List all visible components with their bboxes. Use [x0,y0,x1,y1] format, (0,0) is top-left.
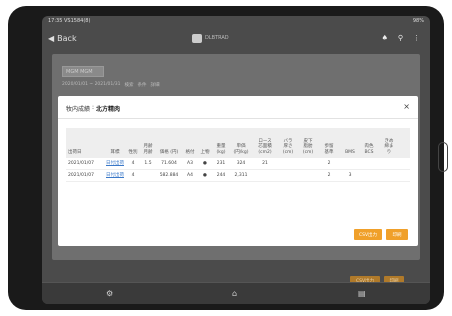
nav-actions: ♠ ⚲ ⋮ [382,34,420,42]
results-table: 出荷日 耳標 性別 月齢 月齢 価格 (円) 格付 上物 重量 (kg) 単価 … [66,128,410,182]
table-cell: 21 [262,160,268,166]
print-button[interactable]: 印刷 [386,229,408,240]
column-header: ロース 芯面積 (cm2) [258,138,272,155]
ear-tag-link[interactable]: 日付出荷 [104,161,126,167]
column-header: 皮下 脂肪 (cm) [302,138,314,155]
results-modal: 牧内成績 : 北方精肉 × 出荷日 耳標 性別 月齢 月齢 価格 (円) 格付 … [58,96,418,246]
modal-title-separator: : [92,104,95,111]
table-cell: 4 [131,172,135,178]
status-time: 17:35 VS1584(8) [48,18,91,24]
column-header: 単価 (円/kg) [233,144,249,155]
back-button[interactable]: ◀ Back [48,34,77,43]
table-row: 2021/01/07 日付出荷 4 1.5 71.604 A3 ● 231 32… [66,158,410,170]
background-filter: 2020/01/01 ~ 2021/01/31 検索 条件 詳細 [62,82,160,88]
title-divider [58,118,418,119]
date-range: 2020/01/01 ~ 2021/01/31 [62,82,121,87]
column-header: 上物 [200,149,210,155]
modal-title-value: 北方精肉 [96,106,121,113]
navigation-bar: ◀ Back DLBTRAD ♠ ⚲ ⋮ [42,26,430,50]
column-header: きめ 締ま り [384,138,394,155]
column-header: 出荷日 [68,149,82,155]
home-icon[interactable]: ⌂ [232,289,237,298]
table-cell: A4 [187,172,193,178]
column-header: 月齢 月齢 [143,144,153,155]
table-cell: A3 [187,160,193,166]
column-header: 歩留 基準 [324,144,334,155]
filter-tag[interactable]: 検索 [125,82,134,88]
column-header: バラ 厚さ (cm) [282,138,294,155]
column-header: 耳標 [110,149,120,155]
column-header: 性別 [128,149,138,155]
filter-tag[interactable]: 条件 [138,82,147,88]
table-cell: 4 [131,160,135,166]
app-screen: 17:35 VS1584(8) 98% ◀ Back DLBTRAD ♠ ⚲ ⋮… [42,16,430,304]
table-cell: 231 [216,160,226,166]
table-cell: 2,311 [234,172,248,178]
column-header: 格付 [185,149,195,155]
settings-icon[interactable]: ⚙ [106,289,113,298]
logo-icon [192,33,202,43]
logo-text: DLBTRAD [205,35,229,41]
calendar-icon[interactable]: ▤ [358,289,366,298]
ear-tag-link[interactable]: 日付出荷 [104,173,126,179]
table-cell: 3 [348,172,352,178]
table-cell: 2 [327,160,331,166]
back-label: Back [57,33,77,43]
chevron-left-icon: ◀ [48,33,55,43]
table-cell: ● [203,172,207,178]
column-header: BMS [345,149,355,155]
modal-title: 牧内成績 : 北方精肉 [66,104,120,113]
close-icon[interactable]: × [403,102,410,111]
table-cell: 582.884 [159,172,179,178]
table-cell: 244 [216,172,226,178]
bottom-tab-bar: ⚙ ⌂ ▤ [42,282,430,304]
column-header: 重量 (kg) [216,144,226,155]
app-logo: DLBTRAD [192,33,229,43]
table-cell: 2021/01/07 [68,172,94,178]
table-cell: 2021/01/07 [68,160,94,166]
table-cell: ● [203,160,207,166]
modal-title-label: 牧内成績 [66,106,91,113]
column-header: 肉色 BCS [364,144,374,155]
more-icon[interactable]: ⋮ [413,34,420,42]
table-header: 出荷日 耳標 性別 月齢 月齢 価格 (円) 格付 上物 重量 (kg) 単価 … [66,128,410,158]
background-select[interactable]: MGM MGM [62,66,104,77]
table-cell: 1.5 [144,160,152,166]
home-button[interactable] [438,142,448,172]
search-icon[interactable]: ⚲ [398,34,403,42]
table-cell: 71.604 [161,160,177,166]
table-cell: 324 [236,160,246,166]
csv-export-button[interactable]: CSV出力 [354,229,382,240]
table-row: 2021/01/07 日付出荷 4 582.884 A4 ● 244 2,311… [66,170,410,182]
filter-tag[interactable]: 詳細 [151,82,160,88]
bell-icon[interactable]: ♠ [382,34,388,42]
table-cell: 2 [327,172,331,178]
status-battery: 98% [412,18,424,24]
column-header: 価格 (円) [159,149,179,155]
status-bar: 17:35 VS1584(8) 98% [42,16,430,26]
